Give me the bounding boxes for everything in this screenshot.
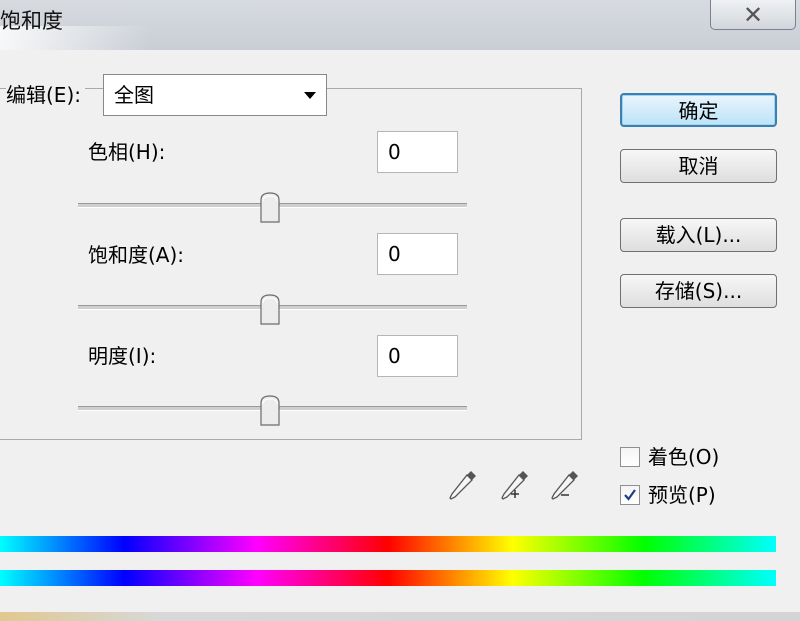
ok-button[interactable]: 确定 xyxy=(620,93,777,127)
lightness-label: 明度(I): xyxy=(88,344,157,368)
cancel-button[interactable]: 取消 xyxy=(620,149,777,183)
hue-input[interactable]: 0 xyxy=(377,131,458,173)
checkmark-icon xyxy=(624,489,636,501)
saturation-label: 饱和度(A): xyxy=(88,243,185,267)
output-hue-spectrum xyxy=(0,570,776,586)
edit-label: 编辑(E): xyxy=(6,80,85,110)
eyedropper-minus-icon[interactable] xyxy=(547,468,581,504)
lightness-input[interactable]: 0 xyxy=(377,335,458,377)
eyedropper-icon[interactable] xyxy=(445,468,479,504)
input-hue-spectrum xyxy=(0,536,776,552)
colorize-checkbox[interactable] xyxy=(620,447,640,467)
save-button[interactable]: 存储(S)... xyxy=(620,274,777,308)
saturation-input[interactable]: 0 xyxy=(377,233,458,275)
preview-checkbox[interactable] xyxy=(620,485,640,505)
edit-range-select[interactable]: 全图 xyxy=(103,74,327,116)
saturation-slider-thumb[interactable] xyxy=(259,294,281,326)
colorize-label[interactable]: 着色(O) xyxy=(648,443,719,471)
hue-slider-thumb[interactable] xyxy=(259,192,281,224)
chevron-down-icon xyxy=(304,92,316,99)
lightness-slider-thumb[interactable] xyxy=(259,395,281,427)
bottom-edge xyxy=(0,612,800,621)
edit-range-value: 全图 xyxy=(114,83,154,107)
eyedropper-plus-icon[interactable] xyxy=(497,468,531,504)
preview-label[interactable]: 预览(P) xyxy=(648,481,716,509)
hue-label: 色相(H): xyxy=(88,140,166,164)
load-button[interactable]: 载入(L)... xyxy=(620,218,777,252)
